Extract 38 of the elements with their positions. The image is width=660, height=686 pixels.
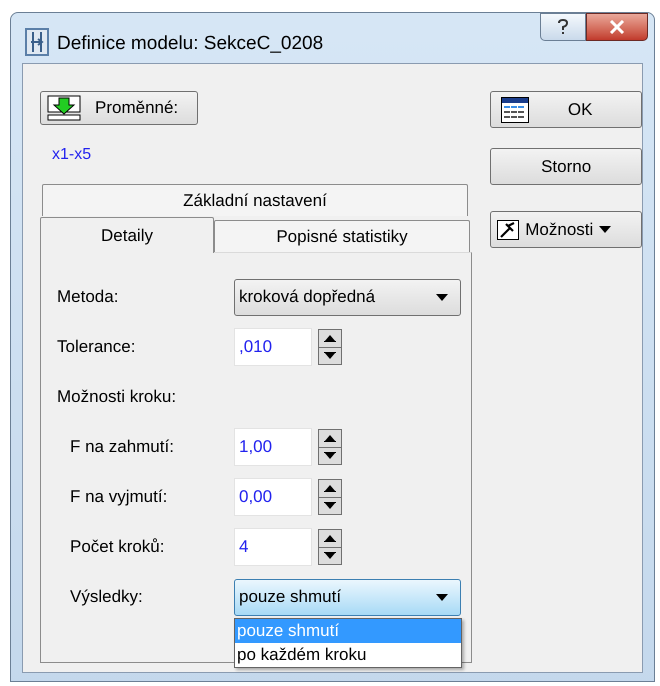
close-button[interactable] [586,13,648,41]
caret-icon [436,294,448,300]
variables-button[interactable]: Proměnné: [40,91,198,125]
tab[interactable]: Detaily [40,217,214,253]
caret-icon [599,226,612,233]
dropdown[interactable]: pouze shmutí [234,578,461,616]
tab[interactable]: Základní nastavení [42,184,468,216]
import-icon [47,95,81,121]
group-label: Možnosti kroku: [57,386,176,408]
tab[interactable]: Popisné statistiky [214,220,470,252]
variables-list: x1-x5 [52,143,92,167]
hammer-icon [497,220,520,240]
window-title: Definice modelu: SekceC_0208 [57,32,324,56]
field-label: F na vyjmutí: [70,486,168,508]
close-icon [609,20,625,34]
spin-buttons[interactable] [318,329,342,365]
dialog-button[interactable]: Storno [490,148,642,185]
spin-buttons[interactable] [318,429,342,465]
dropdown-option[interactable]: po každém kroku [235,642,461,666]
field-label: F na zahmutí: [70,436,175,458]
number-field[interactable]: 0,00 [234,478,312,516]
number-field[interactable]: ,010 [234,328,312,366]
dialog-button[interactable]: OK [490,91,642,128]
spin-buttons[interactable] [318,529,342,565]
help-button[interactable] [540,13,586,41]
field-label: Počet kroků: [70,536,166,558]
field-label: Výsledky: [70,586,144,608]
caret-icon [436,594,448,600]
table-icon [501,96,530,122]
number-field[interactable]: 4 [234,528,312,566]
field-label: Metoda: [57,286,120,308]
menu-button[interactable]: Možnosti [490,211,642,248]
field-label: Tolerance: [57,336,136,358]
dropdown[interactable]: kroková dopředná [234,278,461,316]
help-icon [558,19,568,35]
app-icon [25,28,49,56]
spin-buttons[interactable] [318,479,342,515]
number-field[interactable]: 1,00 [234,428,312,466]
